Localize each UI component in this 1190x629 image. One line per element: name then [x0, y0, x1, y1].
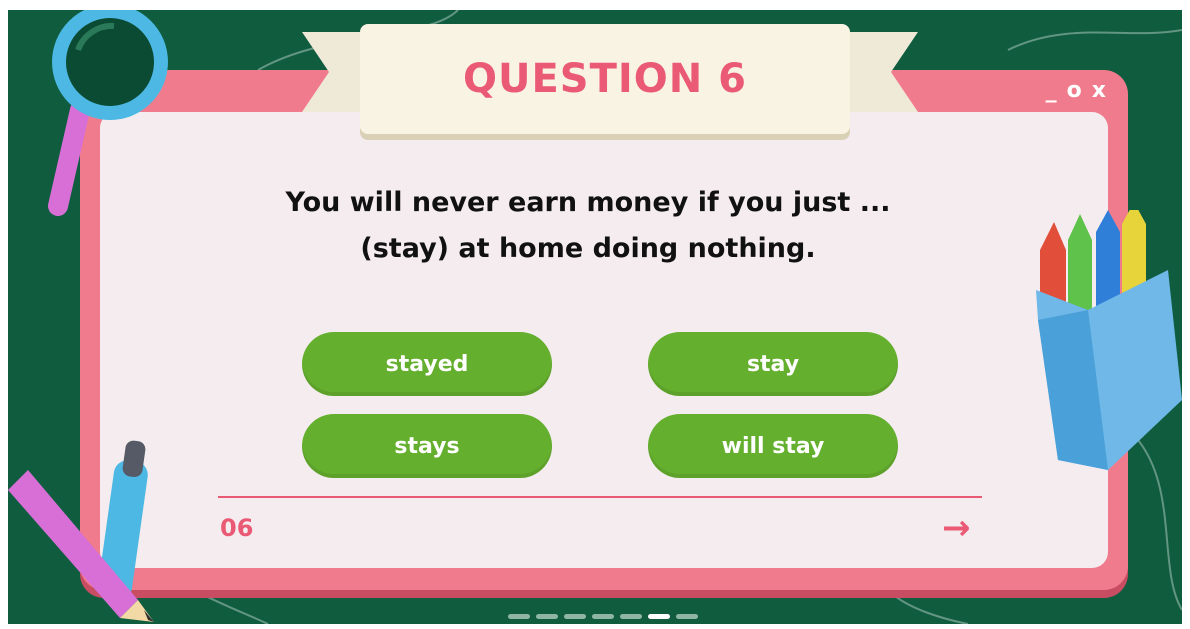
pencil-icon [8, 470, 154, 622]
pagination-dot[interactable] [564, 614, 586, 619]
question-line-2: (stay) at home doing nothing. [360, 233, 816, 264]
page-number: 06 [220, 514, 254, 542]
question-text: You will never earn money if you just ..… [188, 180, 988, 272]
answer-button-stay[interactable]: stay [648, 332, 898, 396]
footer-divider [218, 496, 982, 498]
pagination-dot[interactable] [620, 614, 642, 619]
question-title: QUESTION 6 [462, 56, 748, 102]
pagination-dot[interactable] [676, 614, 698, 619]
crayon-box-icon [1036, 210, 1182, 470]
pagination-dot[interactable] [536, 614, 558, 619]
pagination-dot[interactable] [508, 614, 530, 619]
pagination-dot-active[interactable] [648, 614, 670, 619]
close-icon[interactable]: x [1092, 80, 1106, 102]
maximize-icon[interactable]: o [1067, 80, 1082, 102]
question-line-1: You will never earn money if you just ..… [285, 187, 891, 218]
next-arrow-icon[interactable]: → [942, 508, 971, 548]
minimize-icon[interactable]: _ [1046, 80, 1057, 102]
answer-button-will-stay[interactable]: will stay [648, 414, 898, 478]
title-banner: QUESTION 6 [360, 24, 850, 134]
answer-button-stayed[interactable]: stayed [302, 332, 552, 396]
question-window: _ o x [80, 70, 1128, 590]
slide-stage: _ o x QUESTION 6 You will never earn mon… [8, 10, 1182, 624]
magnifier-icon [48, 10, 168, 216]
slide-pagination [508, 614, 698, 619]
answer-button-stays[interactable]: stays [302, 414, 552, 478]
window-controls: _ o x [1046, 80, 1106, 102]
pagination-dot[interactable] [592, 614, 614, 619]
